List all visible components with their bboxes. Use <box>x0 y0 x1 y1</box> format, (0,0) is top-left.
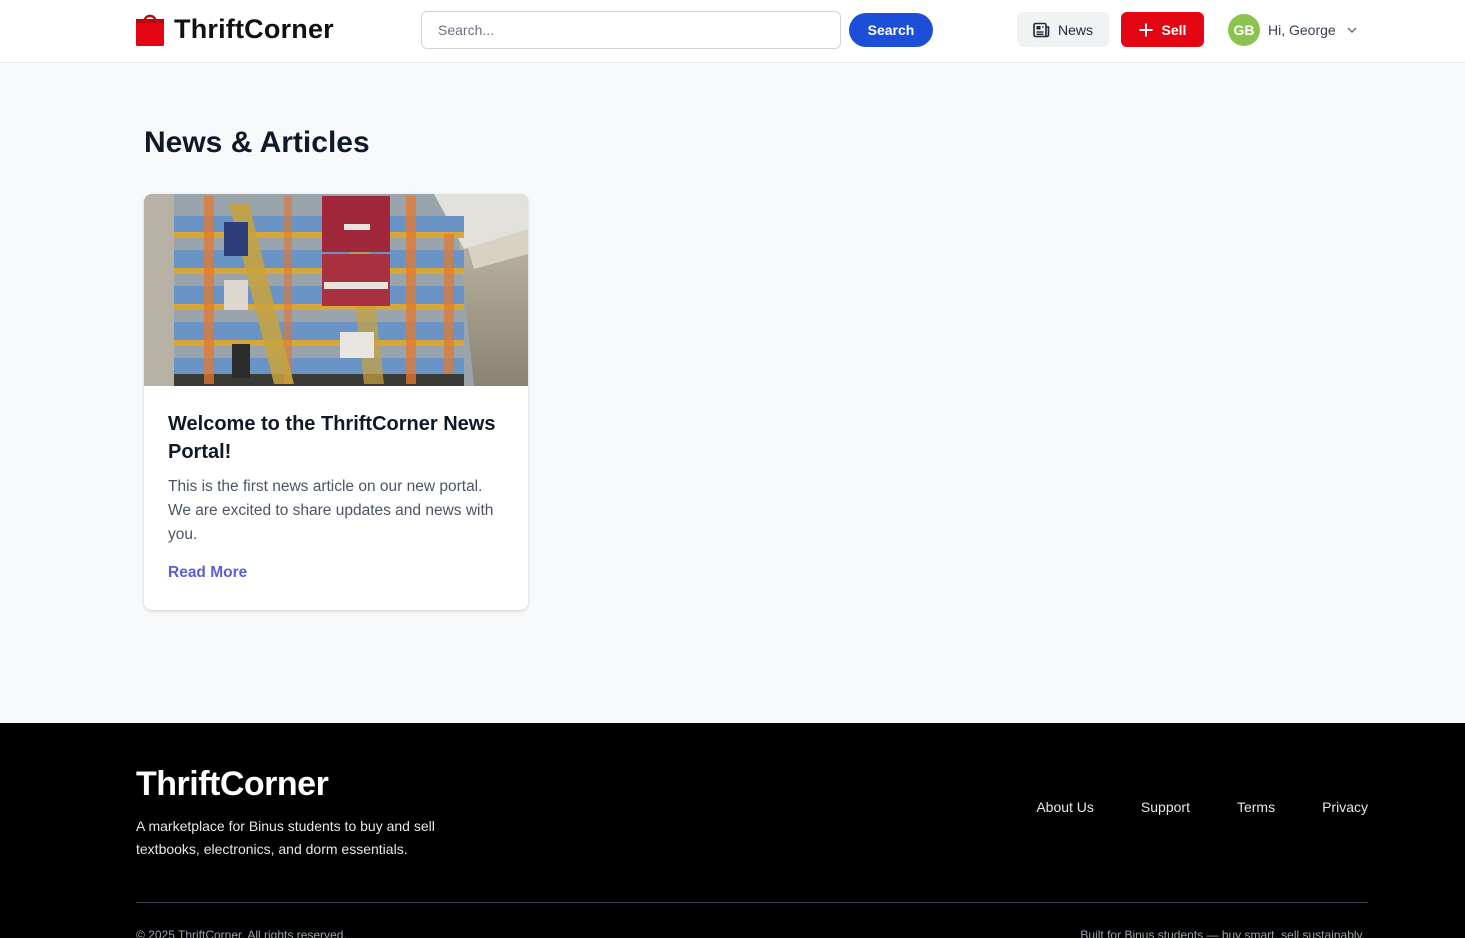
sell-button[interactable]: Sell <box>1121 12 1204 47</box>
site-header: ThriftCorner Search News Sell GB Hi, Geo… <box>0 0 1465 63</box>
search-button[interactable]: Search <box>849 13 933 47</box>
news-button[interactable]: News <box>1017 12 1109 47</box>
footer-divider <box>136 902 1368 903</box>
plus-icon <box>1139 23 1153 36</box>
avatar: GB <box>1228 14 1260 46</box>
copyright: © 2025 ThriftCorner. All rights reserved… <box>136 928 347 938</box>
footer-link-support[interactable]: Support <box>1141 799 1190 815</box>
footer-brand: ThriftCorner <box>136 765 329 803</box>
user-menu[interactable]: GB Hi, George <box>1228 14 1358 46</box>
shopping-bag-icon <box>136 14 164 46</box>
article-card: Welcome to the ThriftCorner News Portal!… <box>144 194 528 610</box>
footer-tagline: A marketplace for Binus students to buy … <box>136 818 435 857</box>
article-image[interactable] <box>144 194 528 386</box>
article-excerpt: This is the first news article on our ne… <box>168 478 494 543</box>
footer-link-terms[interactable]: Terms <box>1237 799 1275 815</box>
brand-logo[interactable]: ThriftCorner <box>136 13 334 46</box>
chevron-down-icon <box>1347 27 1357 34</box>
site-footer: ThriftCorner A marketplace for Binus stu… <box>0 723 1465 938</box>
article-title[interactable]: Welcome to the ThriftCorner News Portal! <box>168 410 508 466</box>
read-more-link[interactable]: Read More <box>168 564 247 582</box>
brand-name: ThriftCorner <box>174 14 334 44</box>
page-title: News & Articles <box>144 126 370 159</box>
footer-nav: About Us Support Terms Privacy <box>1036 799 1368 815</box>
footer-link-privacy[interactable]: Privacy <box>1322 799 1368 815</box>
sell-button-label: Sell <box>1161 21 1187 38</box>
user-greeting: Hi, George <box>1268 22 1336 38</box>
news-button-label: News <box>1057 21 1093 38</box>
newspaper-icon <box>1033 22 1050 37</box>
footer-link-about[interactable]: About Us <box>1036 799 1094 815</box>
footer-note: Built for Binus students — buy smart, se… <box>1080 928 1365 938</box>
search-input[interactable] <box>421 11 841 49</box>
